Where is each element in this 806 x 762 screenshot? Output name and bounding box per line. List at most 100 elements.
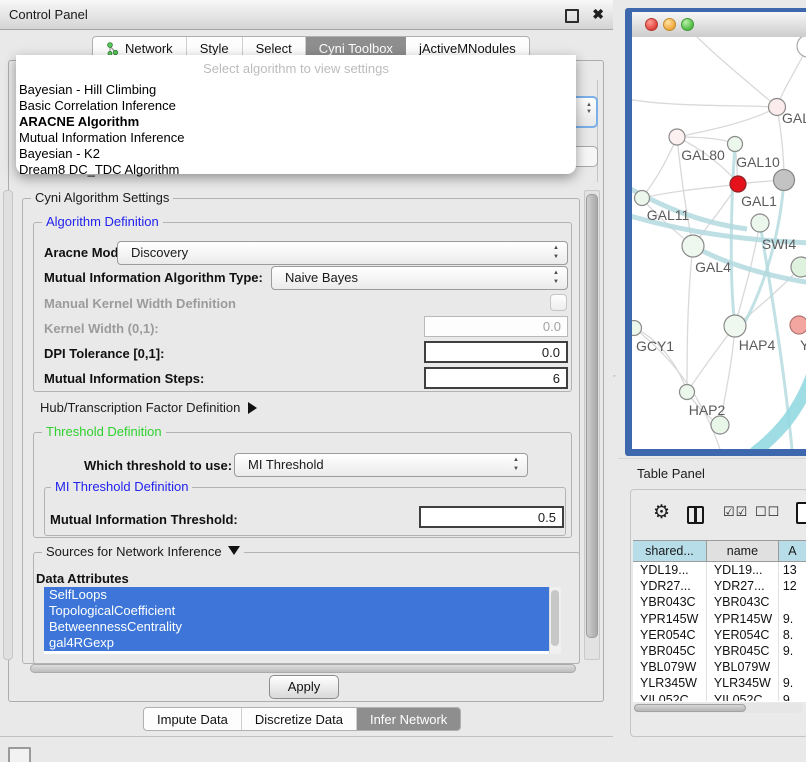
column-header-name[interactable]: name	[707, 541, 779, 561]
zoom-traffic-light-icon[interactable]	[681, 18, 694, 31]
table-toolbar: ⚙ ☑☑ ☐☐	[631, 490, 806, 538]
network-node[interactable]	[728, 137, 743, 152]
network-node[interactable]	[797, 37, 806, 57]
data-attribute-item[interactable]: BetweennessCentrality	[44, 619, 561, 635]
scrollbar-thumb[interactable]	[551, 590, 559, 646]
node-table: shared... name A YDL19... YDL19... 13 YD…	[633, 540, 806, 702]
hub-definition-toggle[interactable]: Hub/Transcription Factor Definition	[40, 400, 257, 415]
algorithm-option[interactable]: ARACNE Algorithm	[16, 114, 576, 130]
cyni-bottom-tabs: Impute Data Discretize Data Infer Networ…	[143, 707, 461, 731]
list-scrollbar[interactable]	[549, 587, 561, 654]
algorithm-option[interactable]: Basic Correlation Inference	[16, 98, 576, 114]
algorithm-option[interactable]: Bayesian - K2	[16, 146, 576, 162]
combo-arrows-icon: ▲▼	[553, 244, 559, 262]
checked-columns-icon[interactable]: ☑☑	[723, 504, 748, 520]
aracne-mode-combobox[interactable]: Discovery ▲▼	[117, 241, 568, 265]
network-node[interactable]	[751, 214, 769, 232]
tab-discretize-data[interactable]: Discretize Data	[242, 708, 357, 730]
network-node-label: GAL10	[736, 154, 780, 170]
network-node[interactable]	[730, 176, 746, 192]
gear-icon[interactable]: ⚙	[653, 502, 670, 524]
apply-button[interactable]: Apply	[269, 675, 339, 699]
column-layout-icon[interactable]	[687, 506, 704, 524]
network-node-label: GAL	[782, 110, 806, 126]
scrollbar-thumb[interactable]	[586, 194, 598, 638]
control-panel: Control Panel ✖ Network Style Select	[0, 0, 613, 737]
scrollbar-thumb[interactable]	[30, 664, 576, 673]
data-attributes-list[interactable]: SelfLoops TopologicalCoefficient Between…	[44, 587, 561, 654]
network-node[interactable]	[680, 385, 695, 400]
column-header-shared[interactable]: shared...	[633, 541, 707, 561]
left-scroll-strip[interactable]	[3, 190, 13, 660]
column-header-partial[interactable]: A	[779, 541, 806, 561]
network-node[interactable]	[711, 416, 729, 434]
splitter-handle[interactable]: ◦	[613, 374, 618, 379]
algorithm-option[interactable]: Bayesian - Hill Climbing	[16, 82, 576, 98]
table-row[interactable]: YLR345W YLR345W 9.	[633, 675, 806, 691]
combo-arrows-icon: ▲▼	[586, 102, 592, 116]
algorithm-dropdown-list: Select algorithm to view settings Bayesi…	[16, 55, 576, 174]
table-row[interactable]: YDR27... YDR27... 12	[633, 578, 806, 594]
unchecked-columns-icon[interactable]: ☐☐	[755, 504, 780, 520]
table-row[interactable]: YIL052C YIL052C 9	[633, 692, 806, 702]
scrollbar-thumb[interactable]	[634, 704, 746, 712]
network-node[interactable]	[635, 191, 650, 206]
mi-threshold-label: Mutual Information Threshold:	[50, 512, 238, 527]
float-window-icon[interactable]	[565, 9, 579, 23]
mi-threshold-field[interactable]: 0.5	[419, 506, 564, 528]
manual-kernel-checkbox[interactable]	[550, 294, 567, 311]
hidden-groupbox-edge	[597, 80, 598, 182]
control-panel-titlebar: Control Panel ✖	[0, 0, 613, 30]
dock-panel-icon[interactable]	[8, 747, 31, 762]
network-node[interactable]	[669, 129, 685, 145]
expand-arrow-icon	[248, 402, 257, 414]
which-threshold-label: Which threshold to use:	[84, 458, 232, 473]
network-node[interactable]	[790, 316, 806, 334]
combo-value: MI Threshold	[248, 457, 324, 472]
which-threshold-combobox[interactable]: MI Threshold ▲▼	[234, 453, 528, 477]
sources-toggle[interactable]: Sources for Network Inference	[42, 544, 244, 559]
network-node-label: Y	[800, 337, 806, 353]
document-icon[interactable]	[796, 502, 806, 524]
table-horizontal-scrollbar[interactable]	[633, 703, 803, 713]
table-row[interactable]: YDL19... YDL19... 13	[633, 562, 806, 578]
network-window-titlebar[interactable]	[632, 12, 806, 38]
table-header-row: shared... name A	[633, 540, 806, 562]
close-traffic-light-icon[interactable]	[645, 18, 658, 31]
table-row[interactable]: YBR045C YBR045C 9.	[633, 643, 806, 659]
horizontal-scrollbar[interactable]	[30, 664, 576, 674]
data-attribute-item[interactable]: SelfLoops	[44, 587, 561, 603]
dropdown-items: Bayesian - Hill Climbing Basic Correlati…	[16, 82, 576, 178]
network-node[interactable]	[632, 321, 642, 336]
network-node[interactable]	[791, 257, 806, 277]
minimize-traffic-light-icon[interactable]	[663, 18, 676, 31]
table-body: YDL19... YDL19... 13 YDR27... YDR27... 1…	[633, 562, 806, 701]
network-canvas[interactable]: GALGAL80GAL10GAL1GAL11SWI4GAL4GCY1HAP4YH…	[632, 37, 806, 449]
network-node-label: GAL11	[647, 207, 690, 223]
data-attribute-item[interactable]: TopologicalCoefficient	[44, 603, 561, 619]
hub-definition-label: Hub/Transcription Factor Definition	[40, 400, 240, 415]
algorithm-option[interactable]: Mutual Information Inference	[16, 130, 576, 146]
network-node[interactable]	[724, 315, 746, 337]
network-view-window[interactable]: GALGAL80GAL10GAL1GAL11SWI4GAL4GCY1HAP4YH…	[625, 8, 806, 456]
network-node[interactable]	[774, 170, 795, 191]
network-node-label: GAL1	[741, 193, 777, 209]
algorithm-option[interactable]: Dream8 DC_TDC Algorithm	[16, 162, 576, 178]
dpi-tolerance-field[interactable]: 0.0	[424, 341, 568, 363]
table-row[interactable]: YBR043C YBR043C	[633, 594, 806, 610]
network-node-label: GAL80	[681, 147, 725, 163]
data-attribute-item[interactable]: gal4RGexp	[44, 635, 561, 651]
dropdown-prompt: Select algorithm to view settings	[16, 58, 576, 82]
close-icon[interactable]: ✖	[592, 6, 604, 22]
table-row[interactable]: YER054C YER054C 8.	[633, 627, 806, 643]
tab-infer-network[interactable]: Infer Network	[357, 708, 460, 730]
combo-arrows-icon: ▲▼	[513, 456, 519, 474]
mi-steps-field[interactable]: 6	[424, 367, 568, 389]
table-row[interactable]: YBL079W YBL079W	[633, 659, 806, 675]
vertical-scrollbar[interactable]	[584, 190, 600, 660]
network-node[interactable]	[682, 235, 704, 257]
tab-impute-data[interactable]: Impute Data	[144, 708, 242, 730]
mi-type-combobox[interactable]: Naive Bayes ▲▼	[271, 266, 568, 290]
manual-kernel-label: Manual Kernel Width Definition	[44, 296, 236, 311]
table-row[interactable]: YPR145W YPR145W 9.	[633, 611, 806, 627]
